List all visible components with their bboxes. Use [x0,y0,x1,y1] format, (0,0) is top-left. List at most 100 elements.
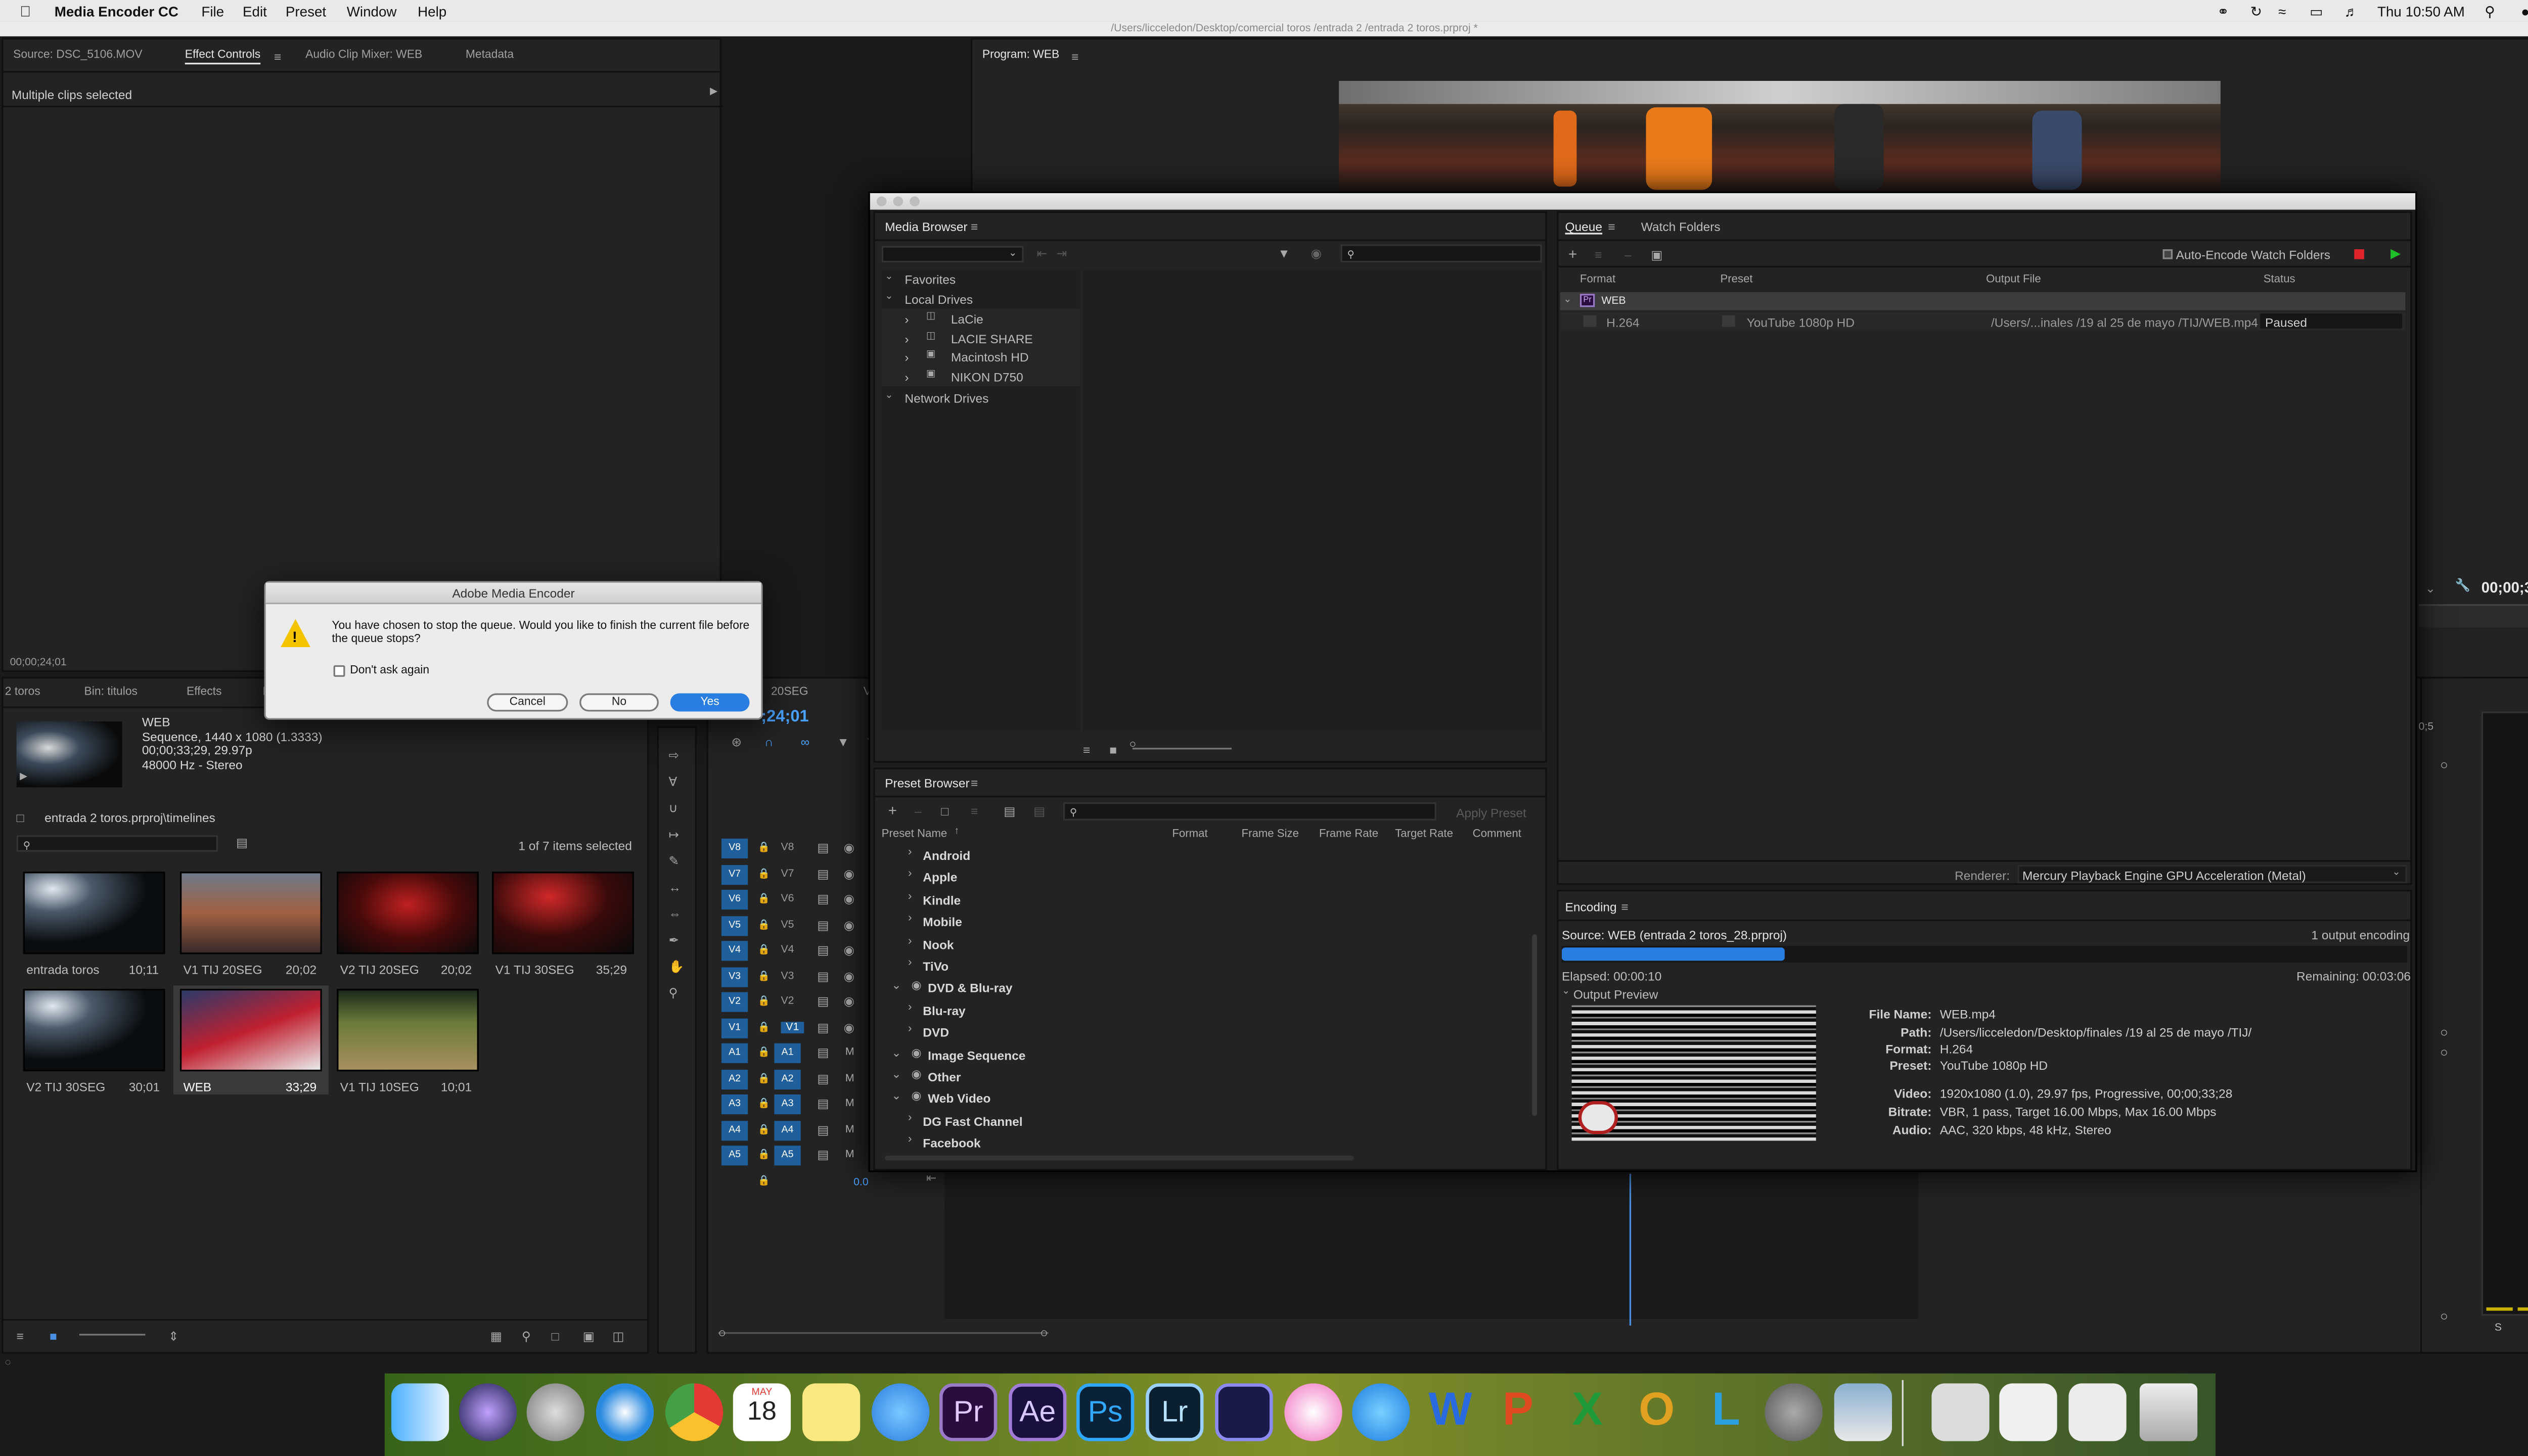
menu-window[interactable]: Window [347,3,397,19]
airplay-icon[interactable]: ▭ [2310,3,2323,21]
end-icon[interactable]: ⇤ [926,1170,937,1185]
eye-icon[interactable]: ◉ [844,942,854,957]
powerpoint-icon[interactable]: P [1489,1383,1547,1441]
panel-menu-icon[interactable]: ≡ [274,50,281,64]
queue-item-format[interactable]: H.264 [1606,315,1639,330]
track-source-target[interactable]: V6 [721,889,748,910]
messages-icon[interactable] [872,1383,930,1441]
track-source-target[interactable]: V1 [721,1018,748,1038]
clock[interactable]: Thu 10:50 AM [2377,3,2465,19]
stop-queue-button[interactable] [2354,249,2364,259]
panel-menu-icon[interactable]: ≡ [1608,219,1615,234]
mute-button[interactable]: M [845,1123,854,1135]
queue-item-row[interactable]: H.264 YouTube 1080p HD /Users/...inales … [1560,312,2406,331]
find-icon[interactable]: ⚲ [522,1329,531,1344]
new-bin-icon[interactable]: ▤ [236,835,248,850]
notes-icon[interactable] [802,1383,861,1441]
thumbnail-v1-tij-10seg[interactable] [337,988,479,1072]
chevron-right-icon[interactable]: › [908,1024,912,1035]
sync-lock-icon[interactable]: ▤ [817,1045,829,1060]
chevron-down-icon[interactable]: ⌄ [891,980,901,993]
playhead[interactable] [1629,1173,1632,1326]
chevron-right-icon[interactable]: › [908,1134,912,1146]
tab-timeline-20seg[interactable]: 20SEG [771,678,808,708]
track-label[interactable]: V2 [781,995,794,1007]
preset-item[interactable]: › Facebook [878,1133,1529,1153]
remove-icon[interactable]: – [1624,248,1632,262]
video-track-header[interactable]: V1 🔒 V1 ▤ ◉ [721,1018,867,1039]
sync-lock-icon[interactable]: ▤ [817,942,829,957]
col-status[interactable]: Status [2264,274,2295,286]
chevron-right-icon[interactable]: › [908,1112,912,1124]
outlook-icon[interactable]: O [1628,1383,1686,1441]
thumbnail-v1-tij-20seg[interactable] [179,872,322,954]
menu-help[interactable]: Help [418,3,446,19]
wifi-icon[interactable]: ≈ [2278,3,2286,19]
yes-button[interactable]: Yes [670,693,750,712]
system-preferences-icon[interactable] [1765,1383,1823,1441]
preset-item[interactable]: › Blu-ray [878,1000,1529,1020]
tab-audio-clip-mixer[interactable]: Audio Clip Mixer: WEB [305,39,422,72]
nest-icon[interactable]: ⊛ [732,735,742,749]
panel-menu-icon[interactable]: ≡ [1071,50,1078,64]
media-encoder-icon[interactable] [1215,1383,1273,1441]
app-menu[interactable]: Media Encoder CC [55,3,178,19]
timeline-track-area[interactable] [944,1170,1919,1319]
thumbnail-view-icon[interactable]: ■ [1109,743,1117,757]
col-output-file[interactable]: Output File [1986,274,2041,286]
col-frame-size[interactable]: Frame Size [1242,829,1299,840]
chevron-down-icon[interactable]: ⌄ [885,390,893,401]
track-source-target[interactable]: A1 [721,1043,748,1063]
wrench-icon[interactable]: 🔧 [2455,578,2471,593]
track-source-target[interactable]: V7 [721,864,748,884]
audio-track-header[interactable]: A4 🔒 A4 ▤ M [721,1120,867,1142]
lock-icon[interactable]: 🔒 [758,1072,770,1084]
lock-icon[interactable]: 🔒 [758,1021,770,1033]
new-group-icon[interactable]: □ [941,804,949,818]
itunes-icon[interactable] [1284,1383,1342,1441]
timeline-zoom-bar[interactable] [718,1332,1049,1339]
drive-nikon-d750[interactable]: NIKON D750 [951,370,1023,384]
chevron-down-icon[interactable]: ⌄ [1563,294,1571,305]
slip-icon[interactable]: ↔ [668,880,681,894]
queue-group-row[interactable]: ⌄ Pr WEB [1560,292,2406,310]
drive-chevron-icon[interactable]: › [905,350,909,365]
preset-item[interactable]: › Android [878,845,1529,865]
eye-icon[interactable]: ◉ [844,1019,854,1034]
new-item-icon[interactable]: ▣ [583,1329,595,1344]
thumbnail-v1-tij-30seg[interactable] [492,872,634,954]
audio-track-header[interactable]: A5 🔒 A5 ▤ M [721,1146,867,1167]
queue-item-preset[interactable]: YouTube 1080p HD [1747,315,1855,330]
preset-search-input[interactable]: ⚲ [1063,802,1436,821]
new-preset-icon[interactable]: + [888,802,897,819]
lock-icon[interactable]: 🔒 [758,970,770,982]
preset-item[interactable]: ⌄ ◉ Other [878,1066,1529,1086]
eye-icon[interactable]: ◉ [844,840,854,855]
preset-item[interactable]: › Apple [878,868,1529,887]
chevron-down-icon[interactable]: ⌄ [891,1046,901,1059]
tree-local-drives[interactable]: Local Drives [905,292,973,307]
chevron-down-icon[interactable]: ⌄ [1562,985,1570,997]
video-track-header[interactable]: V4 🔒 V4 ▤ ◉ [721,941,867,962]
video-track-header[interactable]: V6 🔒 V6 ▤ ◉ [721,889,867,911]
chevron-down-icon[interactable]: ⌄ [2425,581,2436,596]
chevron-down-icon[interactable]: ⌄ [891,1090,901,1104]
track-source-target[interactable]: V5 [721,915,748,935]
eye-icon[interactable]: ◉ [844,891,854,906]
sync-lock-icon[interactable]: ▤ [817,1096,829,1111]
preset-scrollbar[interactable] [1532,934,1537,1116]
drive-chevron-icon[interactable]: › [905,312,909,327]
zoom-slider[interactable] [79,1334,146,1336]
track-source-target[interactable]: A4 [721,1120,748,1140]
preset-item[interactable]: › Mobile [878,912,1529,931]
track-source-target[interactable]: V4 [721,941,748,961]
zoom-handle-right[interactable]: ○ [1040,1326,1048,1340]
sync-lock-icon[interactable]: ▤ [817,1122,829,1136]
mute-button[interactable]: M [845,1046,854,1058]
lock-icon[interactable]: 🔒 [758,1098,770,1110]
col-frame-rate[interactable]: Frame Rate [1319,829,1378,840]
creative-cloud-icon[interactable]: ⚭ [2217,3,2229,21]
track-label[interactable]: A1 [774,1043,801,1063]
hand-icon[interactable]: ✋ [668,959,684,974]
document-icon[interactable] [1999,1383,2057,1441]
